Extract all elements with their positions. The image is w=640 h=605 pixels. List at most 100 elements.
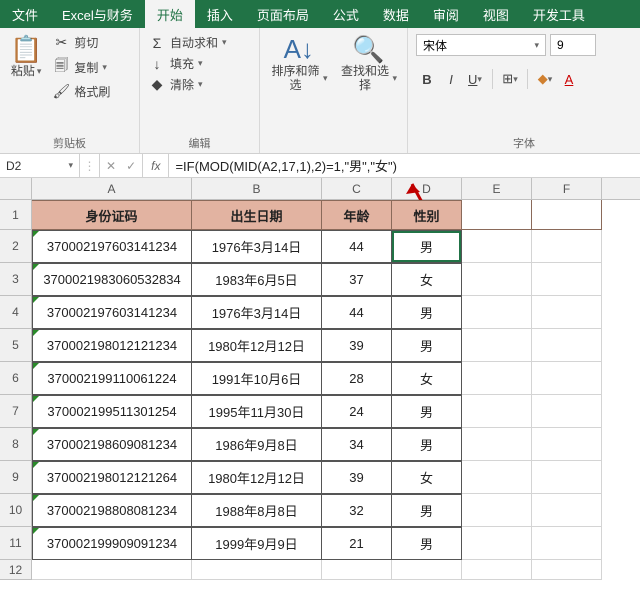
italic-button[interactable]: I (440, 68, 462, 90)
fx-label[interactable]: fx (143, 154, 169, 177)
row-header-10[interactable]: 10 (0, 494, 32, 527)
menu-view[interactable]: 视图 (471, 0, 521, 28)
menu-insert[interactable]: 插入 (195, 0, 245, 28)
cell-E3[interactable] (462, 263, 532, 296)
cell-A10[interactable]: 370002198808081234 (32, 494, 192, 527)
format-painter-button[interactable]: 🖌格式刷 (48, 81, 114, 102)
cell-C12[interactable] (322, 560, 392, 580)
cell-E2[interactable] (462, 230, 532, 263)
col-header-C[interactable]: C (322, 178, 392, 199)
cell-B9[interactable]: 1980年12月12日 (192, 461, 322, 494)
row-header-7[interactable]: 7 (0, 395, 32, 428)
formula-input[interactable]: =IF(MOD(MID(A2,17,1),2)=1,"男","女") (169, 154, 640, 177)
cell-E11[interactable] (462, 527, 532, 560)
name-box[interactable]: D2 ▾ (0, 154, 80, 177)
menu-custom[interactable]: Excel与财务 (50, 0, 145, 28)
menu-formulas[interactable]: 公式 (321, 0, 371, 28)
font-color-button[interactable]: A (558, 68, 580, 90)
cell-E6[interactable] (462, 362, 532, 395)
cell-B4[interactable]: 1976年3月14日 (192, 296, 322, 329)
cell-D7[interactable]: 男 (392, 395, 462, 428)
cell-B1[interactable]: 出生日期 (192, 200, 322, 230)
cell-B11[interactable]: 1999年9月9日 (192, 527, 322, 560)
cell-C2[interactable]: 44 (322, 230, 392, 263)
cell-F11[interactable] (532, 527, 602, 560)
paste-button[interactable]: 📋 粘贴▾ (4, 32, 48, 102)
row-header-8[interactable]: 8 (0, 428, 32, 461)
cell-C4[interactable]: 44 (322, 296, 392, 329)
cell-B3[interactable]: 1983年6月5日 (192, 263, 322, 296)
menu-data[interactable]: 数据 (371, 0, 421, 28)
row-header-4[interactable]: 4 (0, 296, 32, 329)
cell-A4[interactable]: 370002197603141234 (32, 296, 192, 329)
col-header-E[interactable]: E (462, 178, 532, 199)
cell-C3[interactable]: 37 (322, 263, 392, 296)
cell-D10[interactable]: 男 (392, 494, 462, 527)
cell-C5[interactable]: 39 (322, 329, 392, 362)
cell-F8[interactable] (532, 428, 602, 461)
menu-file[interactable]: 文件 (0, 0, 50, 28)
row-header-1[interactable]: 1 (0, 200, 32, 230)
menu-developer[interactable]: 开发工具 (521, 0, 597, 28)
menu-review[interactable]: 审阅 (421, 0, 471, 28)
cell-B6[interactable]: 1991年10月6日 (192, 362, 322, 395)
cell-A7[interactable]: 370002199511301254 (32, 395, 192, 428)
underline-button[interactable]: U▾ (464, 68, 486, 90)
cell-D8[interactable]: 男 (392, 428, 462, 461)
cell-F4[interactable] (532, 296, 602, 329)
row-header-12[interactable]: 12 (0, 560, 32, 580)
cell-E8[interactable] (462, 428, 532, 461)
cell-C8[interactable]: 34 (322, 428, 392, 461)
cell-F6[interactable] (532, 362, 602, 395)
font-size-select[interactable]: 9 (550, 34, 596, 56)
copy-button[interactable]: 🗐复制▾ (48, 53, 114, 81)
cell-E12[interactable] (462, 560, 532, 580)
cell-C6[interactable]: 28 (322, 362, 392, 395)
cell-A3[interactable]: 370002198306053283​4 (32, 263, 192, 296)
fill-button[interactable]: ↓填充▾ (144, 53, 255, 74)
cell-A1[interactable]: 身份证码 (32, 200, 192, 230)
cancel-formula-button[interactable]: ✕ (106, 159, 116, 173)
cell-A9[interactable]: 370002198012121264 (32, 461, 192, 494)
cell-B12[interactable] (192, 560, 322, 580)
cell-B7[interactable]: 1995年11月30日 (192, 395, 322, 428)
find-select-button[interactable]: 🔍 查找和选择▾ (334, 32, 404, 96)
cell-D2[interactable]: 男 (392, 230, 462, 263)
sort-filter-button[interactable]: A↓ 排序和筛选▾ (264, 32, 334, 96)
fill-color-button[interactable]: ◆▾ (534, 68, 556, 90)
cut-button[interactable]: ✂剪切 (48, 32, 114, 53)
cell-B2[interactable]: 1976年3月14日 (192, 230, 322, 263)
cell-A11[interactable]: 370002199909091234 (32, 527, 192, 560)
cell-A5[interactable]: 370002198012121234 (32, 329, 192, 362)
cell-E1[interactable] (462, 200, 532, 230)
row-header-2[interactable]: 2 (0, 230, 32, 263)
cell-F9[interactable] (532, 461, 602, 494)
cell-F1[interactable] (532, 200, 602, 230)
cell-C11[interactable]: 21 (322, 527, 392, 560)
cell-C9[interactable]: 39 (322, 461, 392, 494)
cell-B8[interactable]: 1986年9月8日 (192, 428, 322, 461)
cell-E10[interactable] (462, 494, 532, 527)
row-header-3[interactable]: 3 (0, 263, 32, 296)
cell-C1[interactable]: 年龄 (322, 200, 392, 230)
col-header-D[interactable]: D (392, 178, 462, 199)
cell-B5[interactable]: 1980年12月12日 (192, 329, 322, 362)
cell-D4[interactable]: 男 (392, 296, 462, 329)
menu-home[interactable]: 开始 (145, 0, 195, 28)
cell-F5[interactable] (532, 329, 602, 362)
col-header-A[interactable]: A (32, 178, 192, 199)
select-all-corner[interactable] (0, 178, 32, 199)
cell-C10[interactable]: 32 (322, 494, 392, 527)
cell-D11[interactable]: 男 (392, 527, 462, 560)
cell-A12[interactable] (32, 560, 192, 580)
row-header-9[interactable]: 9 (0, 461, 32, 494)
cell-E7[interactable] (462, 395, 532, 428)
cell-D6[interactable]: 女 (392, 362, 462, 395)
clear-button[interactable]: ◆清除▾ (144, 74, 255, 95)
autosum-button[interactable]: Σ自动求和▾ (144, 32, 255, 53)
cell-A6[interactable]: 370002199110061224 (32, 362, 192, 395)
cell-F3[interactable] (532, 263, 602, 296)
cell-E5[interactable] (462, 329, 532, 362)
accept-formula-button[interactable]: ✓ (126, 159, 136, 173)
bold-button[interactable]: B (416, 68, 438, 90)
